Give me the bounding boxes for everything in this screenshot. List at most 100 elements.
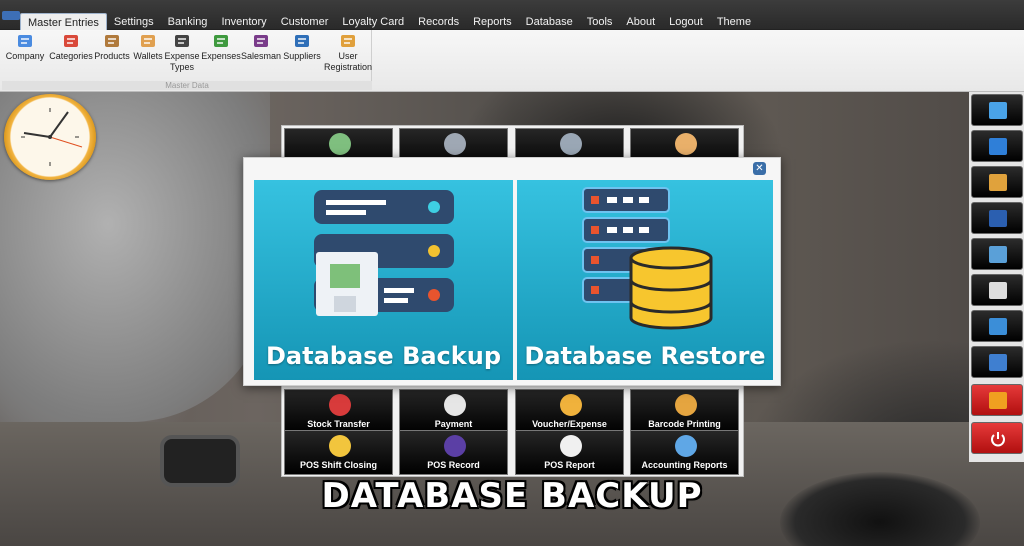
analog-clock [4,94,96,180]
power-icon [989,430,1007,447]
ribbon-group-master-data: Master Data Company Categories Products Wal… [2,30,372,90]
tile-payment[interactable]: Payment [399,389,508,434]
products-icon [103,32,121,49]
database-restore-button[interactable]: Database Restore [517,180,773,380]
stock-transfer-icon [329,394,351,416]
menu-banking[interactable]: Banking [161,13,215,30]
ribbon-wallets-button[interactable]: Wallets [132,32,164,62]
tile-label: Barcode Printing [648,419,721,429]
database-backup-button[interactable]: Database Backup [254,180,513,380]
restore-label: Database Restore [524,342,766,370]
categories-icon [62,32,80,49]
ribbon-button-label: Expense Types [164,51,200,72]
database-dialog: ✕ Database Backup Database Restore [243,157,781,386]
ribbon-categories-button[interactable]: Categories [49,32,93,62]
menu-theme[interactable]: Theme [710,13,758,30]
dock-notepad-button[interactable] [971,94,1023,126]
keyboard-icon [989,282,1007,299]
company-icon [16,32,34,49]
calculator-icon [989,174,1007,191]
menu-reports[interactable]: Reports [466,13,519,30]
dock-remote-desktop-button[interactable] [971,238,1023,270]
ribbon-expense-types-button[interactable]: Expense Types [164,32,200,73]
app-window: Master Entries Settings Banking Inventory Cu… [0,0,1024,546]
close-icon[interactable]: ✕ [753,162,766,175]
ribbon-button-label: User Registration [324,51,373,72]
menu-database[interactable]: Database [519,13,580,30]
tile-label: Stock Transfer [307,419,370,429]
suppliers-icon [293,32,311,49]
contacts-icon [989,354,1007,371]
expense-types-icon [173,32,191,49]
app-menu-button[interactable] [2,11,20,20]
database-icon [560,133,582,155]
key-icon [989,392,1007,409]
ribbon-company-button[interactable]: Company [5,32,45,62]
video-caption: DATABASE BACKUP [321,476,703,516]
ribbon-user-registration-button[interactable]: User Registration [324,32,373,73]
tile-pos-report[interactable]: POS Report [515,430,624,475]
dock-browser-button[interactable] [971,310,1023,342]
ribbon-group-label: Master Data [2,81,372,90]
menu-tools[interactable]: Tools [580,13,620,30]
menu-about[interactable]: About [619,13,662,30]
ribbon-button-label: Products [94,51,130,61]
ribbon-button-label: Wallets [133,51,163,61]
ribbon-products-button[interactable]: Products [94,32,130,62]
ribbon: Master Data Company Categories Products Wal… [0,30,1024,92]
tile-label: POS Report [544,460,595,470]
word-icon [989,210,1007,227]
accounting-report-icon [675,435,697,457]
ribbon-button-label: Company [5,51,45,61]
barcode-icon [675,394,697,416]
backup-label: Database Backup [265,342,502,370]
tile-barcode[interactable]: Barcode Printing [630,389,739,434]
dock-notes-button[interactable] [971,130,1023,162]
dock-word-button[interactable] [971,202,1023,234]
ribbon-expenses-button[interactable]: Expenses [201,32,241,62]
menu-settings[interactable]: Settings [107,13,161,30]
tile-label: Payment [434,419,473,429]
pos-report-icon [560,435,582,457]
ribbon-button-label: Categories [49,51,93,61]
menu-inventory[interactable]: Inventory [214,13,273,30]
menu-bar: Master Entries Settings Banking Inventory Cu… [0,0,1024,30]
tile-label: Voucher/Expense [532,419,607,429]
dock-keyboard-button[interactable] [971,274,1023,306]
ribbon-suppliers-button[interactable]: Suppliers [283,32,321,62]
dock-power-button[interactable] [971,422,1023,454]
menu-records[interactable]: Records [411,13,466,30]
wallets-icon [139,32,157,49]
ribbon-salesman-button[interactable]: Salesman [241,32,281,62]
money-icon [329,133,351,155]
main-menu: Master Entries Settings Banking Inventory Cu… [20,13,758,30]
tile-stock-transfer[interactable]: Stock Transfer [284,389,393,434]
menu-loyalty-card[interactable]: Loyalty Card [335,13,411,30]
dock-calculator-button[interactable] [971,166,1023,198]
quick-launch-dock [969,92,1024,462]
menu-master-entries[interactable]: Master Entries [20,13,107,30]
tile-accounting-report[interactable]: Accounting Reports [630,430,739,475]
tile-shift-closing[interactable]: POS Shift Closing [284,430,393,475]
tile-pos-record[interactable]: POS Record [399,430,508,475]
pos-record-icon [444,435,466,457]
ribbon-button-label: Expenses [201,51,241,61]
clock-face-icon [21,108,83,166]
menu-customer[interactable]: Customer [274,13,336,30]
remote-desktop-icon [989,246,1007,263]
dock-key-button[interactable] [971,384,1023,416]
settings-icon [444,133,466,155]
ribbon-button-label: Suppliers [283,51,321,61]
notes-icon [989,138,1007,155]
tile-label: POS Shift Closing [299,460,377,470]
expenses-icon [212,32,230,49]
dock-contacts-button[interactable] [971,346,1023,378]
notepad-icon [989,102,1007,119]
menu-logout[interactable]: Logout [662,13,710,30]
browser-icon [989,318,1007,335]
tile-label: POS Record [427,460,480,470]
user-registration-icon [339,32,357,49]
tile-label: Accounting Reports [641,460,728,470]
payment-icon [444,394,466,416]
tile-voucher[interactable]: Voucher/Expense [515,389,624,434]
